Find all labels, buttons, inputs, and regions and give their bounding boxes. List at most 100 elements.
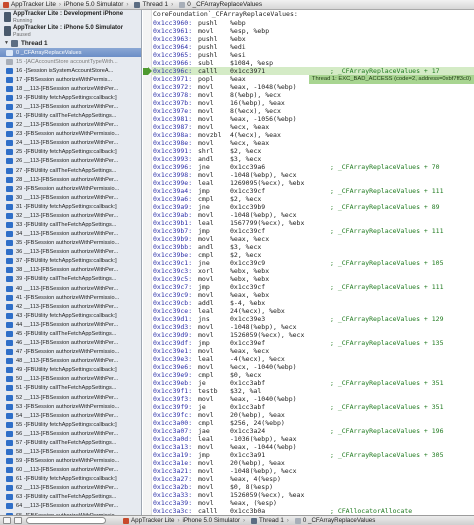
instruction-operands: 0x1cc3b0a bbox=[230, 507, 266, 515]
stack-frame-row[interactable]: 23 -[FBSession authorizeWithPermissio... bbox=[0, 130, 141, 139]
stack-frame-row[interactable]: 24 __113-[FBSession authorizeWithPer... bbox=[0, 139, 141, 148]
stack-frame-row[interactable]: 52 __113-[FBSession authorizeWithPer... bbox=[0, 393, 141, 402]
stack-frame-row[interactable]: 34 __113-[FBSession authorizeWithPer... bbox=[0, 230, 141, 239]
instruction-operands: $1084, %esp bbox=[230, 59, 274, 67]
disassembly-line: 0x1cc3a0d: leal -1036(%ebp), %eax bbox=[153, 435, 330, 443]
stack-frame-row[interactable]: 21 -[FBUtility callTheFetchAppSettings..… bbox=[0, 112, 141, 121]
instruction-address: 0x1cc3971: bbox=[153, 75, 193, 83]
debug-navigator: AppTracker Lite : Development iPhone Run… bbox=[0, 10, 142, 515]
process-row[interactable]: AppTracker Lite : iPhone 5.0 Simulator P… bbox=[0, 24, 141, 38]
stack-frame-row[interactable]: 58 __113-[FBSession authorizeWithPer... bbox=[0, 447, 141, 456]
stack-frame-row[interactable]: 48 __113-[FBSession authorizeWithPer... bbox=[0, 357, 141, 366]
stack-frame-row[interactable]: 53 -[FBSession authorizeWithPermissio... bbox=[0, 402, 141, 411]
instruction-comment: ; _CFArrayReplaceValues + 111 bbox=[330, 283, 444, 291]
stack-frame-row[interactable]: 55 -[FBUtility fetchAppSettings:callback… bbox=[0, 420, 141, 429]
stack-frame-row[interactable]: 50 __113-[FBSession authorizeWithPer... bbox=[0, 375, 141, 384]
stack-frame-row[interactable]: 56 __113-[FBSession authorizeWithPer... bbox=[0, 429, 141, 438]
stack-frame-row[interactable]: 15 -[ACAccountStore accountTypeWith... bbox=[0, 57, 141, 66]
stack-frame-row[interactable]: 29 -[FBSession authorizeWithPermissio... bbox=[0, 184, 141, 193]
jumpbar-thread-crumb[interactable]: Thread 1 bbox=[131, 1, 168, 8]
stack-frame-row[interactable]: 51 -[FBUtility callTheFetchAppSettings..… bbox=[0, 384, 141, 393]
stack-frame-row[interactable]: 63 -[FBUtility callTheFetchAppSettings..… bbox=[0, 493, 141, 502]
stack-frame-row[interactable]: 30 __113-[FBSession authorizeWithPer... bbox=[0, 193, 141, 202]
instruction-operands: %eax, %ebx bbox=[230, 291, 270, 299]
instruction-operands: $2, %ecx bbox=[230, 195, 262, 203]
stack-frame-row[interactable]: 61 -[FBUtility fetchAppSettings:callback… bbox=[0, 475, 141, 484]
stack-frame-label: 0 _CFArrayReplaceValues bbox=[16, 49, 82, 56]
stack-frame-row[interactable]: 17 -[FBSession authorizeWithPermis... bbox=[0, 75, 141, 84]
instruction-address: 0x1cc39c1: bbox=[153, 259, 193, 267]
disassembly-line: 0x1cc3a00: cmpl $256, 24(%ebp) bbox=[153, 419, 330, 427]
stack-frame-row[interactable]: 26 __113-[FBSession authorizeWithPer... bbox=[0, 157, 141, 166]
jumpbar-simulator-crumb[interactable]: iPhone 5.0 Simulator bbox=[64, 1, 123, 8]
stack-frame-row[interactable]: 0 _CFArrayReplaceValues bbox=[0, 48, 141, 58]
stack-frame-row[interactable]: 45 -[FBUtility callTheFetchAppSettings..… bbox=[0, 329, 141, 338]
stack-frame-row[interactable]: 44 __113-[FBSession authorizeWithPer... bbox=[0, 320, 141, 329]
stack-frame-row[interactable]: 39 -[FBUtility callTheFetchAppSettings..… bbox=[0, 275, 141, 284]
breadcrumb-app[interactable]: AppTracker Lite bbox=[131, 517, 174, 524]
instruction-operands: %esp, %ebp bbox=[230, 27, 270, 35]
stack-frame-row[interactable]: 62 __113-[FBSession authorizeWithPer... bbox=[0, 484, 141, 493]
user-frame-icon bbox=[6, 385, 13, 392]
stack-frame-row[interactable]: 22 __113-[FBSession authorizeWithPer... bbox=[0, 121, 141, 130]
stack-frame-row[interactable]: 35 -[FBSession authorizeWithPermissio... bbox=[0, 239, 141, 248]
stack-frame-row[interactable]: 59 -[FBSession authorizeWithPermissio... bbox=[0, 457, 141, 466]
stack-frame-row[interactable]: 40 __113-[FBSession authorizeWithPer... bbox=[0, 284, 141, 293]
breadcrumb-simulator[interactable]: iPhone 5.0 Simulator bbox=[183, 517, 240, 524]
stack-frame-row[interactable]: 57 -[FBUtility callTheFetchAppSettings..… bbox=[0, 438, 141, 447]
stack-frame-row[interactable]: 42 __113-[FBSession authorizeWithPer... bbox=[0, 302, 141, 311]
process-row[interactable]: AppTracker Lite : Development iPhone Run… bbox=[0, 10, 141, 24]
stack-frame-row[interactable]: 41 -[FBSession authorizeWithPermissio... bbox=[0, 293, 141, 302]
options-button[interactable] bbox=[14, 517, 22, 524]
stack-frame-row[interactable]: 38 __113-[FBSession authorizeWithPer... bbox=[0, 266, 141, 275]
stack-frame-icon bbox=[294, 517, 301, 524]
stack-frame-row[interactable]: 54 __113-[FBSession authorizeWithPer... bbox=[0, 411, 141, 420]
jumpbar-app-crumb[interactable]: AppTracker Lite bbox=[0, 1, 56, 8]
stack-frame-row[interactable]: 28 __113-[FBSession authorizeWithPer... bbox=[0, 175, 141, 184]
stack-frame-row[interactable]: 27 -[FBUtility callTheFetchAppSettings..… bbox=[0, 166, 141, 175]
add-button[interactable] bbox=[3, 517, 11, 524]
disassembly-line: 0x1cc3963: pushl %ebx bbox=[153, 35, 330, 43]
stack-frame-row[interactable]: 31 -[FBUtility fetchAppSettings:callback… bbox=[0, 202, 141, 211]
stack-frame-row[interactable]: 18 __113-[FBSession authorizeWithPer... bbox=[0, 84, 141, 93]
breadcrumb-thread[interactable]: Thread 1 bbox=[259, 517, 284, 524]
disassembly-line: 0x1cc39e1: movl %eax, %ecx bbox=[153, 347, 330, 355]
instruction-operands: 8(%ecx), %ecx bbox=[230, 107, 281, 115]
editor-gutter[interactable] bbox=[143, 10, 152, 515]
stack-frame-row[interactable]: 25 -[FBUtility fetchAppSettings:callback… bbox=[0, 148, 141, 157]
disassembly-editor[interactable]: CoreFoundation`_CFArrayReplaceValues: 0x… bbox=[143, 10, 474, 515]
filter-field[interactable] bbox=[26, 517, 106, 524]
stack-frame-label: 34 __113-[FBSession authorizeWithPer... bbox=[16, 231, 119, 238]
disassembly-line: 0x1cc3972: movl %eax, -1048(%ebp) bbox=[153, 83, 330, 91]
instruction-address: 0x1cc3996: bbox=[153, 163, 193, 171]
stack-frame-row[interactable]: 20 __113-[FBSession authorizeWithPer... bbox=[0, 102, 141, 111]
instruction-mnemonic: movl bbox=[198, 275, 214, 283]
stack-frame-row[interactable]: 43 -[FBUtility fetchAppSettings:callback… bbox=[0, 311, 141, 320]
jumpbar-frame-crumb[interactable]: 0 _CFArrayReplaceValues bbox=[176, 1, 262, 8]
stack-frame-row[interactable]: 47 -[FBSession authorizeWithPermissio... bbox=[0, 348, 141, 357]
instruction-mnemonic: shrl bbox=[198, 147, 214, 155]
stack-frame-row[interactable]: 46 __113-[FBSession authorizeWithPer... bbox=[0, 339, 141, 348]
breadcrumb-separator: › bbox=[242, 517, 246, 524]
instruction-mnemonic: movl bbox=[198, 91, 214, 99]
stack-frame-row[interactable]: 16 -[Session isSystemAccountStoreA... bbox=[0, 66, 141, 75]
disassembly-line: 0x1cc3a27: movl %eax, 4(%esp) bbox=[153, 475, 330, 483]
instruction-comment: ; _CFArrayReplaceValues + 351 bbox=[330, 403, 444, 411]
stack-frame-row[interactable]: 19 -[FBUtility fetchAppSettings:callback… bbox=[0, 93, 141, 102]
program-counter-arrow-icon[interactable] bbox=[143, 67, 152, 76]
stack-frame-label: 18 __113-[FBSession authorizeWithPer... bbox=[16, 85, 119, 92]
stack-frame-row[interactable]: 60 __113-[FBSession authorizeWithPer... bbox=[0, 466, 141, 475]
stack-frame-row[interactable]: 64 __113-[FBSession authorizeWithPer... bbox=[0, 502, 141, 511]
stack-frame-row[interactable]: 33 -[FBUtility callTheFetchAppSettings..… bbox=[0, 220, 141, 229]
stack-frame-row[interactable]: 32 __113-[FBSession authorizeWithPer... bbox=[0, 211, 141, 220]
stack-frame-row[interactable]: 37 -[FBUtility fetchAppSettings:callback… bbox=[0, 257, 141, 266]
disassembly-line: 0x1cc3981: movl %eax, -1056(%ebp) bbox=[153, 115, 330, 123]
user-frame-icon bbox=[6, 122, 13, 129]
thread-row[interactable]: ▼ Thread 1 bbox=[0, 38, 141, 48]
instruction-operands: 8(%ebp), %ecx bbox=[230, 91, 281, 99]
breadcrumb-frame[interactable]: 0 _CFArrayReplaceValues bbox=[303, 517, 375, 524]
disclosure-triangle-icon[interactable]: ▼ bbox=[4, 40, 9, 46]
instruction-mnemonic: calll bbox=[198, 507, 218, 515]
stack-frame-row[interactable]: 36 __113-[FBSession authorizeWithPer... bbox=[0, 248, 141, 257]
stack-frame-row[interactable]: 49 -[FBUtility fetchAppSettings:callback… bbox=[0, 366, 141, 375]
